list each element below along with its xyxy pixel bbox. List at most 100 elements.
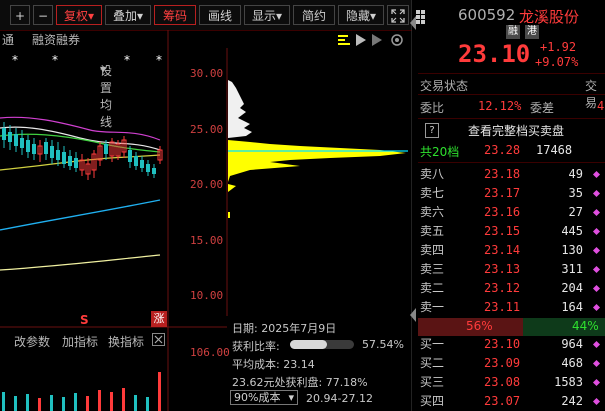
level-volume: 164 — [561, 300, 583, 314]
weibi-label: 委比 — [420, 101, 445, 115]
svg-text:*: * — [52, 53, 58, 67]
gong20-volume: 17468 — [536, 143, 573, 157]
ask-level-row[interactable]: 卖六 23.16 27 — [418, 203, 605, 222]
yaxis-tick-10: 10.00 — [190, 289, 224, 302]
collapse-handle-icon[interactable] — [410, 308, 416, 322]
level-marker-icon — [592, 378, 601, 387]
limit-up-badge: 涨 — [151, 311, 167, 327]
level-label: 卖八 — [420, 167, 445, 181]
svg-text:*: * — [124, 53, 130, 67]
ma-line-pale — [0, 254, 161, 271]
ask-level-row[interactable]: 卖八 23.18 49 — [418, 165, 605, 184]
level-price: 23.15 — [484, 224, 521, 238]
level-price: 23.07 — [484, 394, 521, 408]
collapse-handle-icon[interactable] — [410, 16, 416, 30]
ask-level-row[interactable]: 卖三 23.13 311 — [418, 260, 605, 279]
ask-ratio: 44% — [572, 319, 599, 333]
level-volume: 130 — [561, 243, 583, 257]
level-label: 买四 — [420, 394, 445, 408]
level-price: 23.11 — [484, 300, 521, 314]
tab-jia-zhibiao[interactable]: 加指标 — [62, 333, 98, 350]
level-volume: 204 — [561, 281, 583, 295]
level-marker-icon — [592, 246, 601, 255]
profit-ratio-bar — [290, 340, 354, 349]
profit-at-price: 23.62元处获利盘: 77.18% — [232, 376, 368, 389]
level-marker-icon — [592, 265, 601, 274]
ask-level-row[interactable]: 卖二 23.12 204 — [418, 279, 605, 298]
level-volume: 468 — [561, 356, 583, 370]
weicha-label: 委差 — [530, 101, 555, 115]
level-marker-icon — [592, 189, 601, 198]
level-marker-icon — [592, 170, 601, 179]
level-label: 买一 — [420, 337, 445, 351]
level-label: 卖一 — [420, 300, 445, 314]
level-label: 卖五 — [420, 224, 445, 238]
level-marker-icon — [592, 208, 601, 217]
margin-badge: 融 — [506, 25, 520, 39]
svg-text:*: * — [12, 53, 18, 67]
level-label: 卖七 — [420, 186, 445, 200]
level-volume: 49 — [568, 167, 583, 181]
yaxis-tick-15: 15.00 — [190, 234, 224, 247]
help-icon[interactable]: ? — [425, 123, 439, 138]
level-marker-icon — [592, 303, 601, 312]
sell-signal-mark: S — [80, 313, 89, 327]
full-orderbook-link[interactable]: 查看完整档买卖盘 — [468, 122, 564, 139]
avg-cost: 平均成本: 23.14 — [232, 358, 315, 371]
level-price: 23.08 — [484, 375, 521, 389]
level-volume: 445 — [561, 224, 583, 238]
cost-range-select[interactable]: 90%成本 ▾ — [230, 390, 298, 405]
chip-distribution — [228, 80, 408, 218]
bid-level-row[interactable]: 买二 23.09 468 — [418, 354, 605, 373]
level-label: 卖四 — [420, 243, 445, 257]
level-volume: 1583 — [554, 375, 583, 389]
trade-status-label: 交易状态 — [420, 79, 469, 93]
level-price: 23.18 — [484, 167, 521, 181]
yaxis-tick-30: 30.00 — [190, 67, 224, 80]
ask-level-row[interactable]: 卖一 23.11 164 — [418, 298, 605, 317]
last-price: 23.10 — [458, 40, 531, 68]
level-marker-icon — [592, 359, 601, 368]
bid-level-row[interactable]: 买三 23.08 1583 — [418, 373, 605, 392]
gong20-price: 23.28 — [484, 143, 521, 157]
level-marker-icon — [592, 397, 601, 406]
level-label: 卖六 — [420, 205, 445, 219]
close-icon[interactable] — [152, 333, 165, 346]
tab-gai-canshu[interactable]: 改参数 — [14, 333, 50, 350]
weibi-value: 12.12% — [478, 99, 522, 113]
cost-range-value: 20.94-27.12 — [306, 392, 373, 405]
ask-level-row[interactable]: 卖七 23.17 35 — [418, 184, 605, 203]
stock-name: 龙溪股份 — [519, 8, 580, 26]
level-label: 买二 — [420, 356, 445, 370]
chevron-down-icon: ▾ — [288, 391, 294, 404]
level-volume: 242 — [561, 394, 583, 408]
level-label: 卖三 — [420, 262, 445, 276]
price-change: +1.92 — [540, 40, 577, 54]
level-label: 卖二 — [420, 281, 445, 295]
level-volume: 964 — [561, 337, 583, 351]
cost-select-label: 90%成本 — [234, 391, 281, 404]
ma-line-blue — [0, 199, 161, 231]
candlesticks — [2, 122, 163, 180]
bid-ask-ratio-bar: 56% 44% — [418, 318, 605, 336]
bid-level-row[interactable]: 买一 23.10 964 — [418, 335, 605, 354]
hk-connect-badge: 港 — [525, 25, 539, 39]
menu-icon[interactable] — [416, 10, 426, 27]
bid-level-row[interactable]: 买四 23.07 242 — [418, 392, 605, 411]
bid-ratio: 56% — [466, 319, 493, 333]
weicha-value: 4 — [597, 99, 605, 113]
level-price: 23.12 — [484, 281, 521, 295]
svg-text:*: * — [156, 53, 162, 67]
level-label: 买三 — [420, 375, 445, 389]
ask-level-row[interactable]: 卖五 23.15 445 — [418, 222, 605, 241]
level-marker-icon — [592, 227, 601, 236]
level-price: 23.13 — [484, 262, 521, 276]
level-price: 23.16 — [484, 205, 521, 219]
level-marker-icon — [592, 340, 601, 349]
tab-huan-zhibiao[interactable]: 换指标 — [108, 333, 144, 350]
ask-level-row[interactable]: 卖四 23.14 130 — [418, 241, 605, 260]
level-price: 23.10 — [484, 337, 521, 351]
yaxis-tick-25: 25.00 — [190, 123, 224, 136]
level-volume: 311 — [561, 262, 583, 276]
volume-axis-tick: 106.00 — [190, 346, 230, 359]
